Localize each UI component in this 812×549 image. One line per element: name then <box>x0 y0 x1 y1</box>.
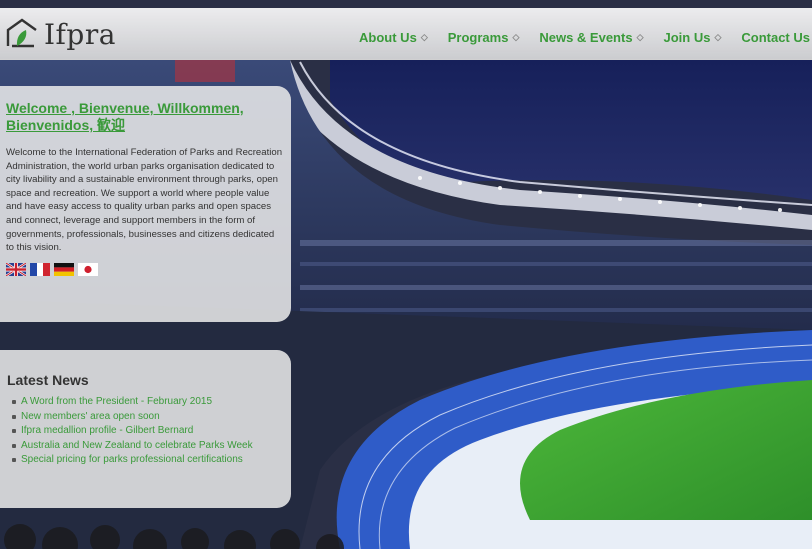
nav-programs[interactable]: Programs ◇ <box>438 30 530 45</box>
news-link[interactable]: Australia and New Zealand to celebrate P… <box>21 440 253 451</box>
list-item: Australia and New Zealand to celebrate P… <box>12 440 283 453</box>
nav-news-events[interactable]: News & Events ◇ <box>529 30 653 45</box>
nav-label: Join Us <box>663 30 711 45</box>
list-item: Special pricing for parks professional c… <box>12 454 283 467</box>
latest-news-panel: Latest News A Word from the President - … <box>0 350 291 508</box>
news-link[interactable]: Ifpra medallion profile - Gilbert Bernar… <box>21 425 193 436</box>
chevron-down-icon: ◇ <box>512 32 520 42</box>
chevron-down-icon: ◇ <box>714 32 722 42</box>
news-link[interactable]: A Word from the President - February 201… <box>21 396 212 407</box>
nav-label: Contact Us <box>741 30 810 45</box>
nav-label: Programs <box>447 30 509 45</box>
uk-flag-icon[interactable] <box>6 262 26 276</box>
chevron-down-icon: ◇ <box>636 32 644 42</box>
nav-contact-us[interactable]: Contact Us <box>731 30 812 45</box>
welcome-title-link[interactable]: Welcome , Bienvenue, Willkommen, Bienven… <box>6 100 283 134</box>
logo-text: Ifpra <box>44 17 116 51</box>
welcome-text: Welcome to the International Federation … <box>6 147 283 254</box>
news-list: A Word from the President - February 201… <box>7 396 283 467</box>
news-link[interactable]: Special pricing for parks professional c… <box>21 454 243 465</box>
nav-about-us[interactable]: About Us ◇ <box>349 30 438 45</box>
latest-news-heading: Latest News <box>7 372 89 388</box>
main-nav: About Us ◇ Programs ◇ News & Events ◇ Jo… <box>349 30 812 45</box>
list-item: A Word from the President - February 201… <box>12 396 283 409</box>
nav-label: News & Events <box>539 30 633 45</box>
site-logo[interactable]: Ifpra <box>4 14 116 54</box>
nav-join-us[interactable]: Join Us ◇ <box>653 30 731 45</box>
news-link[interactable]: New members' area open soon <box>21 411 160 422</box>
language-flags <box>6 262 283 276</box>
france-flag-icon[interactable] <box>30 262 50 276</box>
japan-flag-icon[interactable] <box>78 262 98 276</box>
site-header: Ifpra About Us ◇ Programs ◇ News & Event… <box>0 8 812 60</box>
germany-flag-icon[interactable] <box>54 262 74 276</box>
chevron-down-icon: ◇ <box>420 32 428 42</box>
list-item: Ifpra medallion profile - Gilbert Bernar… <box>12 425 283 438</box>
nav-label: About Us <box>359 30 417 45</box>
list-item: New members' area open soon <box>12 411 283 424</box>
welcome-panel: Welcome , Bienvenue, Willkommen, Bienven… <box>0 86 291 322</box>
logo-house-leaf-icon <box>6 18 37 48</box>
